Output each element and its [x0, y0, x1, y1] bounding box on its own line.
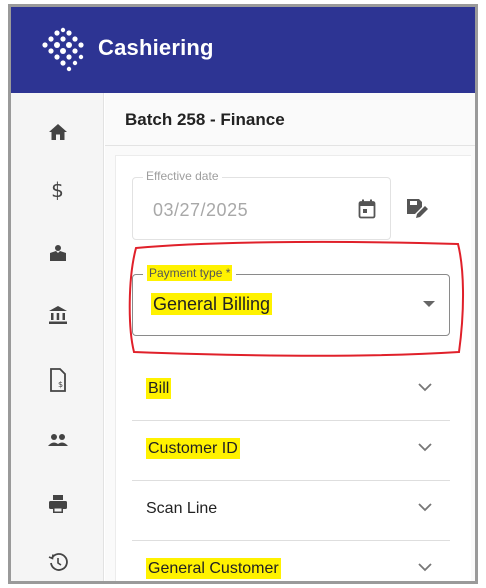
dollar-icon: $ [51, 178, 64, 202]
main-content: Batch 258 - Finance Effective date 03/27… [105, 93, 475, 581]
bank-icon [48, 306, 67, 324]
app-header: Cashiering [11, 7, 475, 93]
hands-money-icon [49, 245, 66, 261]
cashiering-logo-icon [42, 27, 84, 72]
effective-date-field[interactable]: Effective date 03/27/2025 [132, 169, 391, 240]
calendar-icon[interactable] [358, 199, 376, 219]
sidebar-item-payments[interactable]: $ [11, 161, 104, 219]
sidebar-item-document[interactable]: $ [11, 351, 104, 409]
dropdown-caret-icon [423, 301, 435, 307]
section-general-customer[interactable]: General Customer [132, 541, 450, 581]
save-edit-icon[interactable] [406, 198, 430, 220]
section-scan-line[interactable]: Scan Line [132, 481, 450, 541]
chevron-down-icon [418, 383, 432, 392]
history-icon [48, 553, 68, 571]
effective-date-label: Effective date [143, 169, 222, 183]
chevron-down-icon [418, 443, 432, 452]
home-icon [48, 124, 67, 140]
section-label: Scan Line [146, 500, 218, 517]
section-label: Customer ID [146, 438, 240, 459]
sidebar-item-hands[interactable] [11, 224, 104, 282]
divider [105, 145, 475, 146]
chevron-down-icon [418, 503, 432, 512]
svg-text:$: $ [58, 380, 63, 389]
sidebar-item-history[interactable] [11, 533, 104, 581]
section-label: General Customer [146, 558, 281, 579]
section-bill[interactable]: Bill [132, 361, 450, 421]
sidebar-item-bank[interactable] [11, 286, 104, 344]
invoice-document-icon: $ [49, 368, 66, 392]
sidebar-item-customers[interactable] [11, 411, 104, 469]
section-customer-id[interactable]: Customer ID [132, 421, 450, 481]
batch-title: Batch 258 - Finance [125, 110, 285, 129]
chevron-down-icon [418, 563, 432, 572]
printer-icon [48, 495, 67, 513]
sidebar: $ $ [11, 93, 104, 581]
sidebar-item-home[interactable] [11, 103, 104, 161]
payment-type-select[interactable]: Payment type * General Billing [132, 265, 450, 336]
app-title: Cashiering [98, 35, 214, 60]
sidebar-item-print[interactable] [11, 475, 104, 533]
payment-type-value: General Billing [151, 293, 273, 315]
people-icon [47, 434, 68, 446]
payment-form: Effective date 03/27/2025 Payment type *… [115, 155, 471, 581]
effective-date-value: 03/27/2025 [153, 200, 249, 220]
section-label: Bill [146, 378, 172, 399]
payment-type-label: Payment type * [143, 265, 237, 281]
app-window: Cashiering $ $ Batch 258 - Finance Effec… [8, 4, 478, 584]
